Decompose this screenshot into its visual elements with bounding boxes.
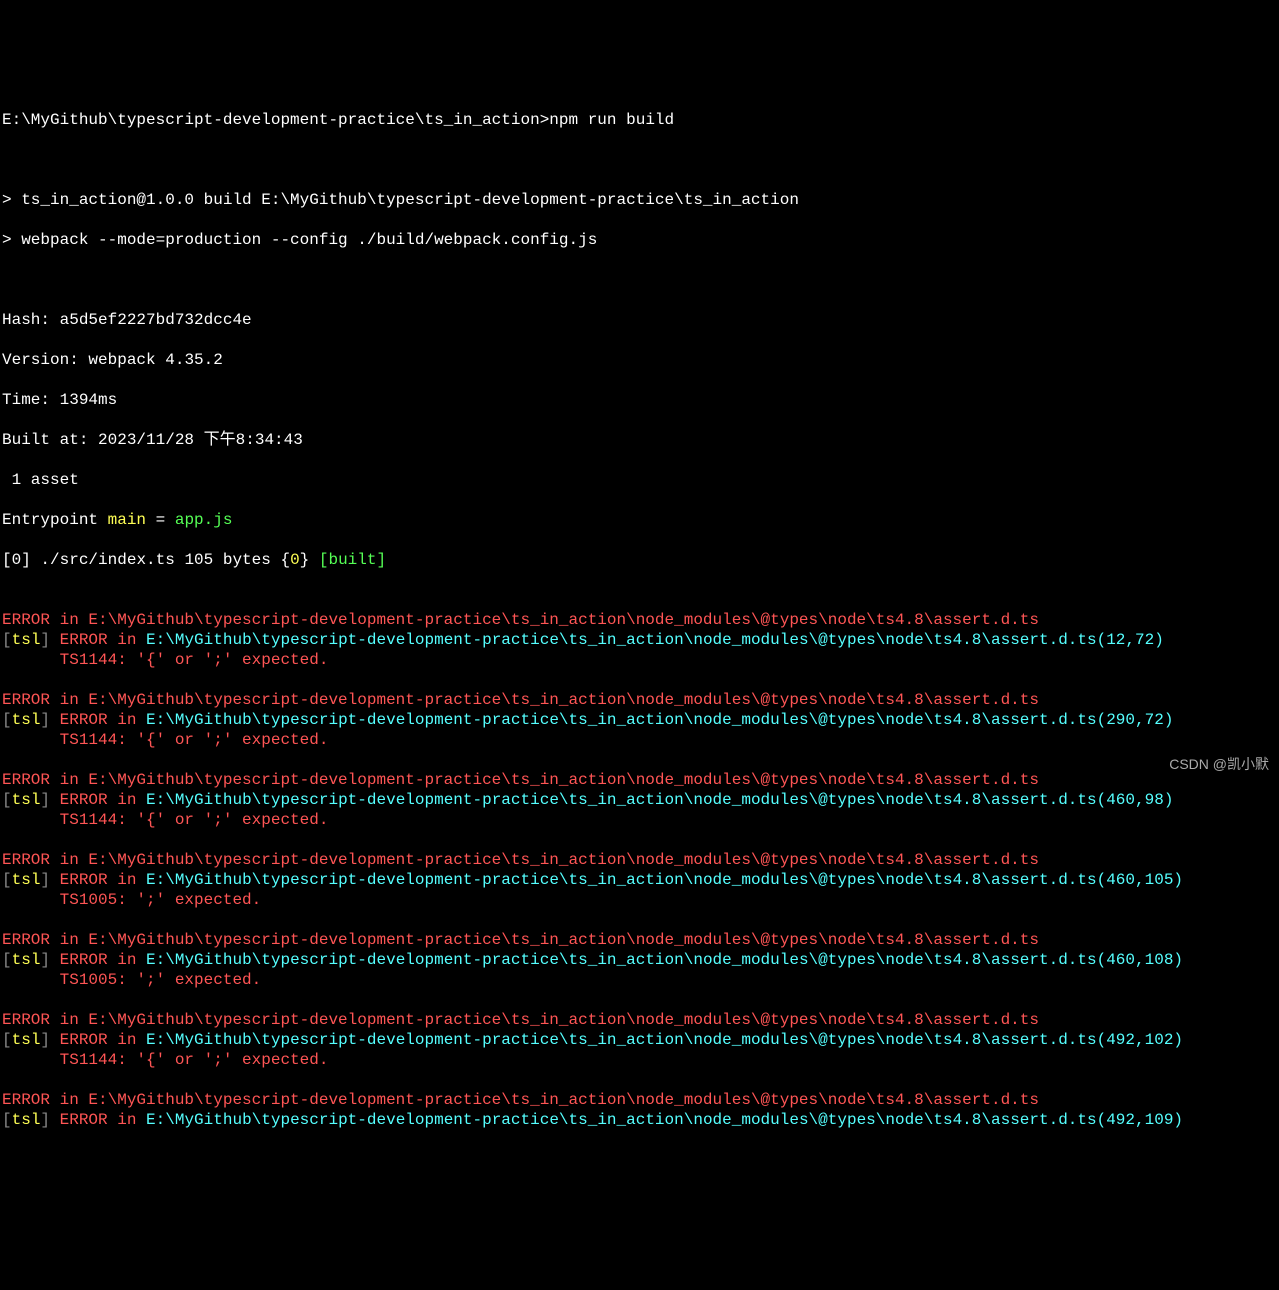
time-line: Time: 1394ms — [2, 390, 1279, 410]
error-header: ERROR in E:\MyGithub\typescript-developm… — [2, 850, 1279, 870]
error-tsl-line: [tsl] ERROR in E:\MyGithub\typescript-de… — [2, 950, 1279, 970]
error-header: ERROR in E:\MyGithub\typescript-developm… — [2, 1010, 1279, 1030]
error-message: TS1005: ';' expected. — [2, 970, 1279, 990]
script-line: > ts_in_action@1.0.0 build E:\MyGithub\t… — [2, 190, 1279, 210]
error-tsl-line: [tsl] ERROR in E:\MyGithub\typescript-de… — [2, 1110, 1279, 1130]
blank-line — [2, 990, 1279, 1010]
error-tsl-line: [tsl] ERROR in E:\MyGithub\typescript-de… — [2, 710, 1279, 730]
hash-line: Hash: a5d5ef2227bd732dcc4e — [2, 310, 1279, 330]
blank-line — [2, 750, 1279, 770]
error-message: TS1144: '{' or ';' expected. — [2, 810, 1279, 830]
blank-line — [2, 910, 1279, 930]
error-header: ERROR in E:\MyGithub\typescript-developm… — [2, 930, 1279, 950]
error-message: TS1005: ';' expected. — [2, 890, 1279, 910]
version-line: Version: webpack 4.35.2 — [2, 350, 1279, 370]
blank-line — [2, 150, 1279, 170]
error-message: TS1144: '{' or ';' expected. — [2, 650, 1279, 670]
terminal-output[interactable]: E:\MyGithub\typescript-development-pract… — [2, 90, 1279, 1150]
error-tsl-line: [tsl] ERROR in E:\MyGithub\typescript-de… — [2, 1030, 1279, 1050]
error-message: TS1144: '{' or ';' expected. — [2, 1050, 1279, 1070]
error-tsl-line: [tsl] ERROR in E:\MyGithub\typescript-de… — [2, 870, 1279, 890]
error-header: ERROR in E:\MyGithub\typescript-developm… — [2, 610, 1279, 630]
built-at-line: Built at: 2023/11/28 下午8:34:43 — [2, 430, 1279, 450]
entrypoint-line: Entrypoint main = app.js — [2, 510, 1279, 530]
blank-line — [2, 830, 1279, 850]
error-tsl-line: [tsl] ERROR in E:\MyGithub\typescript-de… — [2, 790, 1279, 810]
error-tsl-line: [tsl] ERROR in E:\MyGithub\typescript-de… — [2, 630, 1279, 650]
error-header: ERROR in E:\MyGithub\typescript-developm… — [2, 690, 1279, 710]
command-line: E:\MyGithub\typescript-development-pract… — [2, 110, 1279, 130]
watermark: CSDN @凯小默 — [1169, 754, 1269, 774]
blank-line — [2, 1070, 1279, 1090]
error-header: ERROR in E:\MyGithub\typescript-developm… — [2, 770, 1279, 790]
blank-line — [2, 670, 1279, 690]
module-line: [0] ./src/index.ts 105 bytes {0} [built] — [2, 550, 1279, 570]
error-header: ERROR in E:\MyGithub\typescript-developm… — [2, 1090, 1279, 1110]
blank-line — [2, 590, 1279, 610]
asset-line: 1 asset — [2, 470, 1279, 490]
script-line: > webpack --mode=production --config ./b… — [2, 230, 1279, 250]
error-message: TS1144: '{' or ';' expected. — [2, 730, 1279, 750]
blank-line — [2, 270, 1279, 290]
